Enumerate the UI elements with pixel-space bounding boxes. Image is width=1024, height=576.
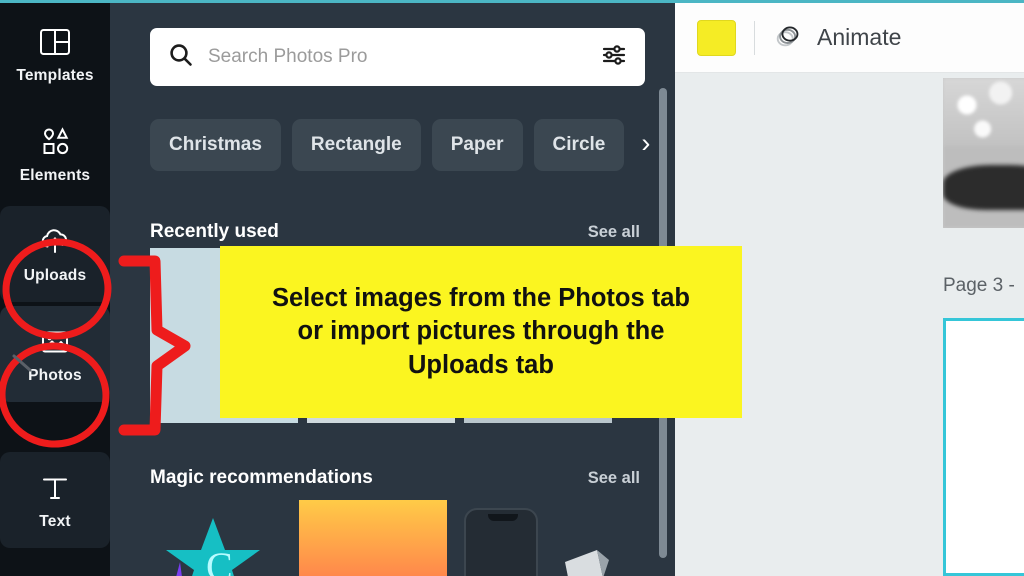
top-accent-rule xyxy=(0,0,1024,3)
section-header-magic-recommendations: Magic recommendations See all xyxy=(150,464,675,492)
annotation-line-2: or import pictures through the xyxy=(297,317,665,346)
color-swatch[interactable] xyxy=(697,19,736,56)
cloud-upload-icon xyxy=(36,223,74,261)
image-content-shadow xyxy=(943,165,1024,210)
annotation-text: Select images from the Photos tab or imp… xyxy=(272,282,690,381)
search-bar[interactable] xyxy=(150,28,645,86)
chip-paper[interactable]: Paper xyxy=(431,119,523,171)
editor-toolbar: Animate xyxy=(675,3,1024,73)
phone-body xyxy=(464,508,538,576)
sidebar-item-label: Elements xyxy=(19,167,91,184)
phone-notch xyxy=(488,514,518,521)
canva-editor-screen: Templates Elements Uploads Photos Text S… xyxy=(0,0,1024,576)
see-all-link[interactable]: See all xyxy=(588,223,640,242)
image-icon xyxy=(36,323,74,361)
annotation-line-3: Uploads tab xyxy=(408,350,554,379)
templates-icon xyxy=(36,23,74,61)
sliders-icon[interactable] xyxy=(601,42,627,73)
sidebar-item-label: Templates xyxy=(16,67,94,84)
annotation-note: Select images from the Photos tab or imp… xyxy=(220,246,742,418)
page-canvas[interactable] xyxy=(943,318,1024,576)
thumbnail-phone-mockup[interactable] xyxy=(458,500,546,576)
sidebar-item-label: Photos xyxy=(28,367,82,384)
page-thumbnail-image[interactable] xyxy=(943,78,1024,228)
sidebar-item-templates[interactable]: Templates xyxy=(0,6,110,102)
sidebar-item-uploads[interactable]: Uploads xyxy=(0,206,110,302)
annotation-line-1: Select images from the Photos tab xyxy=(271,284,690,313)
sidebar-item-label: Uploads xyxy=(23,267,87,284)
chip-circle[interactable]: Circle xyxy=(533,119,625,171)
sidebar-item-label: Text xyxy=(39,513,71,530)
search-input[interactable] xyxy=(208,46,587,68)
chip-christmas[interactable]: Christmas xyxy=(150,119,281,171)
thumbnail-star-graphic[interactable]: C xyxy=(150,500,288,576)
section-title: Magic recommendations xyxy=(150,467,373,488)
thumbnail-gradient-card[interactable] xyxy=(299,500,447,576)
magic-recommendation-thumbnails: C xyxy=(150,500,680,576)
animate-button[interactable]: Animate xyxy=(773,19,901,56)
search-icon xyxy=(168,42,194,73)
chevron-right-icon[interactable]: › xyxy=(635,129,656,161)
chip-rectangle[interactable]: Rectangle xyxy=(291,119,421,171)
elements-icon xyxy=(36,123,74,161)
animate-label: Animate xyxy=(817,24,902,50)
section-title: Recently used xyxy=(150,221,279,242)
sidebar-item-text[interactable]: Text xyxy=(0,452,110,548)
category-chip-list: Christmas Rectangle Paper Circle › xyxy=(150,118,675,172)
toolbar-divider xyxy=(754,20,755,55)
sidebar-item-elements[interactable]: Elements xyxy=(0,106,110,202)
left-sidebar: Templates Elements Uploads Photos Text xyxy=(0,0,110,576)
section-header-recently-used: Recently used See all xyxy=(150,218,675,246)
see-all-link[interactable]: See all xyxy=(588,469,640,488)
page-label: Page 3 - xyxy=(943,275,1015,296)
text-icon xyxy=(36,469,74,507)
thumbnail-item[interactable] xyxy=(557,500,617,576)
svg-text:C: C xyxy=(206,544,233,576)
animate-rings-icon xyxy=(773,19,805,56)
sidebar-item-photos[interactable]: Photos xyxy=(0,306,110,402)
